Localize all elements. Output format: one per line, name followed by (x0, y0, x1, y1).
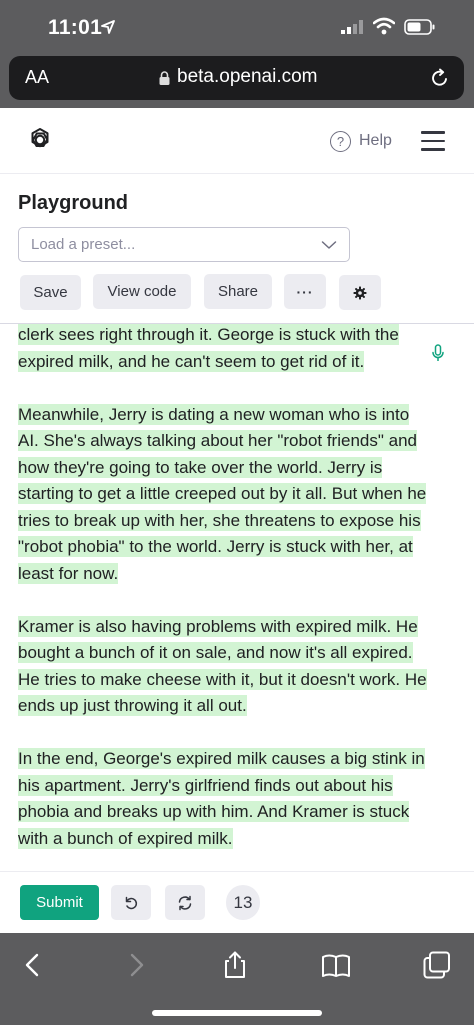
share-icon[interactable] (220, 950, 250, 980)
completion-text[interactable]: clerk sees right through it. George is s… (18, 324, 433, 871)
cellular-signal-icon (341, 20, 363, 34)
view-code-button[interactable]: View code (93, 274, 191, 309)
status-time: 11:01 (48, 16, 103, 39)
refresh-icon (178, 895, 192, 910)
paragraph: clerk sees right through it. George is s… (18, 324, 433, 375)
playground-footer: Submit 13 (0, 871, 474, 933)
location-arrow-icon (101, 20, 115, 34)
page-title: Playground (18, 192, 129, 214)
app-header: ? Help (0, 108, 474, 174)
chevron-down-icon (321, 241, 337, 249)
completion-text-area[interactable]: clerk sees right through it. George is s… (0, 323, 474, 871)
undo-button[interactable] (111, 885, 151, 920)
highlighted-text: Meanwhile, Jerry is dating a new woman w… (18, 403, 427, 584)
forward-chevron-icon[interactable] (121, 950, 151, 980)
share-button[interactable]: Share (204, 274, 272, 309)
preset-select[interactable]: Load a preset... (18, 227, 350, 262)
reload-icon[interactable] (430, 68, 450, 88)
battery-icon (404, 19, 435, 35)
help-link[interactable]: ? Help (330, 130, 392, 152)
paragraph: In the end, George's expired milk causes… (18, 746, 433, 852)
token-count-badge: 13 (226, 885, 260, 920)
more-options-button[interactable]: ··· (284, 274, 326, 309)
home-indicator (152, 1010, 322, 1016)
gear-icon (353, 286, 367, 299)
undo-icon (125, 896, 138, 909)
highlighted-text: clerk sees right through it. George is s… (18, 324, 399, 372)
help-label: Help (359, 132, 392, 149)
hamburger-menu-icon[interactable] (421, 131, 447, 151)
preset-placeholder: Load a preset... (31, 236, 136, 253)
settings-button[interactable] (339, 275, 381, 310)
url-text[interactable]: beta.openai.com (177, 66, 318, 88)
regenerate-button[interactable] (165, 885, 205, 920)
submit-button[interactable]: Submit (20, 885, 99, 920)
question-circle-icon: ? (330, 130, 351, 152)
text-size-button[interactable]: AA (25, 67, 49, 88)
save-button[interactable]: Save (20, 275, 81, 310)
paragraph: Meanwhile, Jerry is dating a new woman w… (18, 402, 433, 588)
bookmarks-icon[interactable] (321, 950, 351, 980)
status-bar: 11:01 (0, 0, 474, 54)
lock-icon (159, 71, 170, 85)
microphone-icon[interactable] (431, 344, 445, 364)
paragraph: Kramer is also having problems with expi… (18, 614, 433, 720)
browser-address-area: AA beta.openai.com (0, 54, 474, 108)
openai-logo-icon[interactable] (26, 126, 54, 154)
highlighted-text: In the end, George's expired milk causes… (18, 748, 425, 849)
browser-toolbar (0, 933, 474, 1025)
back-chevron-icon[interactable] (18, 950, 48, 980)
highlighted-text: Kramer is also having problems with expi… (18, 615, 427, 716)
wifi-icon (373, 17, 395, 35)
tabs-icon[interactable] (422, 950, 452, 980)
address-bar[interactable]: AA beta.openai.com (9, 56, 464, 100)
